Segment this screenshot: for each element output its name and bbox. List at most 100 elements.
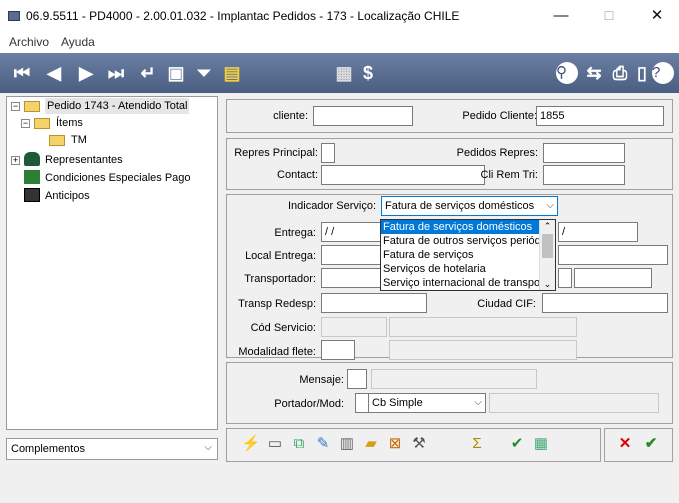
- ciudad-cif-label: Ciudad CIF:: [477, 298, 536, 310]
- return-icon[interactable]: ↵: [136, 61, 160, 85]
- collapse-icon[interactable]: −: [11, 102, 20, 111]
- mensaje-label: Mensaje:: [299, 374, 344, 386]
- currency-icon[interactable]: $: [356, 61, 380, 85]
- tree-item-pedido[interactable]: Pedido 1743 - Atendido Total: [45, 98, 190, 114]
- print-icon[interactable]: ⎙: [608, 61, 632, 85]
- pedidos-repres-input[interactable]: [543, 143, 625, 163]
- complementos-select[interactable]: Complementos ⌵: [6, 438, 218, 460]
- confirm-icon[interactable]: ✔: [506, 433, 528, 455]
- cliente-input[interactable]: [313, 106, 413, 126]
- modalidad-flete-input[interactable]: [321, 340, 355, 360]
- repres-principal-input[interactable]: [321, 143, 335, 163]
- tree-item-tm[interactable]: TM: [71, 132, 87, 148]
- previous-record-icon[interactable]: ◀: [42, 61, 66, 85]
- contact-input[interactable]: [321, 165, 485, 185]
- main-toolbar: ⏮ ◀ ▶ ⏭ ↵ ▣ ⏷ ▤ ▦ $ ⚲ ⇆ ⎙ ▯ ?: [0, 53, 679, 93]
- message-panel: Mensaje: Portador/Mod: Cb Simple ⌵: [226, 362, 673, 424]
- modalidad-flete-label: Modalidad flete:: [238, 346, 316, 358]
- link-icon[interactable]: ⇆: [582, 61, 606, 85]
- new-document-icon[interactable]: ▭: [264, 433, 286, 455]
- delete-icon[interactable]: ▥: [336, 433, 358, 455]
- transportador-code-input[interactable]: [558, 268, 572, 288]
- sum-icon[interactable]: Σ: [466, 433, 488, 455]
- chevron-down-icon: ⌵: [204, 442, 212, 453]
- first-record-icon[interactable]: ⏮: [10, 61, 34, 85]
- copy-icon[interactable]: ⧉: [288, 433, 310, 455]
- local-entrega-input[interactable]: [321, 245, 381, 265]
- modalidad-flete-desc-input: [389, 340, 577, 360]
- entrega-label: Entrega:: [274, 227, 316, 239]
- representatives-icon: [24, 152, 40, 166]
- collapse-icon[interactable]: −: [21, 119, 30, 128]
- window-title: 06.9.5511 - PD4000 - 2.00.01.032 - Impla…: [26, 9, 460, 23]
- app-icon: [8, 11, 20, 21]
- pedido-cliente-label: Pedido Cliente:: [462, 110, 537, 122]
- folder-icon: [49, 135, 65, 146]
- dropdown-option[interactable]: Fatura de serviços domésticos: [381, 220, 539, 234]
- mod-value: Cb Simple: [372, 397, 423, 409]
- folder-icon: [34, 118, 50, 129]
- cancel-icon[interactable]: ✕: [614, 433, 636, 455]
- minimize-button[interactable]: —: [546, 4, 576, 28]
- tree-item-anticipos[interactable]: Anticipos: [45, 188, 90, 204]
- pedido-cliente-input[interactable]: 1855: [536, 106, 664, 126]
- cod-servicio-input: [321, 317, 387, 337]
- scroll-up-icon[interactable]: ⌃: [540, 220, 555, 232]
- transportador-input[interactable]: [321, 268, 381, 288]
- local-entrega-desc-input[interactable]: [558, 245, 668, 265]
- scroll-thumb[interactable]: [542, 234, 553, 258]
- grid-icon[interactable]: ▦: [530, 433, 552, 455]
- entrega-date-2-input[interactable]: /: [558, 222, 638, 242]
- filter-icon[interactable]: ⏷: [192, 61, 216, 85]
- next-record-icon[interactable]: ▶: [74, 61, 98, 85]
- indicador-servico-label: Indicador Serviço:: [287, 200, 376, 212]
- folder-icon: [24, 101, 40, 112]
- cod-servicio-desc-input: [389, 317, 577, 337]
- cancel-folder-icon[interactable]: ⊠: [384, 433, 406, 455]
- indicador-servico-select[interactable]: Fatura de serviços domésticos ⌵: [381, 196, 558, 216]
- search-icon[interactable]: ⚲: [556, 62, 578, 84]
- tree-item-representantes[interactable]: Representantes: [45, 152, 123, 168]
- ok-icon[interactable]: ✔: [640, 433, 662, 455]
- portador-label: Portador/Mod:: [274, 398, 344, 410]
- tree-item-items[interactable]: Ítems: [56, 115, 83, 131]
- menu-archivo[interactable]: Archivo: [9, 35, 49, 49]
- transportador-desc-input[interactable]: [574, 268, 652, 288]
- close-button[interactable]: ✕: [642, 4, 672, 28]
- dropdown-option[interactable]: Fatura de outros serviços periódicos: [381, 234, 539, 248]
- dropdown-scrollbar[interactable]: ⌃ ⌄: [539, 220, 555, 290]
- menu-ayuda[interactable]: Ayuda: [61, 35, 95, 49]
- open-folder-icon[interactable]: ▰: [360, 433, 382, 455]
- worker-icon[interactable]: ⚒: [408, 433, 430, 455]
- dropdown-option[interactable]: Serviço internacional de transporte: [381, 276, 539, 290]
- cli-rem-tri-label: Cli Rem Tri:: [480, 169, 538, 181]
- last-record-icon[interactable]: ⏭: [104, 61, 128, 85]
- ciudad-cif-input[interactable]: [542, 293, 668, 313]
- scroll-down-icon[interactable]: ⌄: [540, 278, 555, 290]
- help-icon[interactable]: ?: [652, 62, 674, 84]
- mod-desc-input: [489, 393, 659, 413]
- mensaje-input[interactable]: [347, 369, 367, 389]
- exit-icon[interactable]: ▯: [630, 61, 654, 85]
- export-icon[interactable]: ▤: [220, 61, 244, 85]
- expand-icon[interactable]: +: [11, 156, 20, 165]
- mod-select[interactable]: Cb Simple ⌵: [368, 393, 486, 413]
- representatives-panel: Repres Principal: Pedidos Repres: Contac…: [226, 138, 673, 190]
- tree-panel: − Pedido 1743 - Atendido Total − Ítems T…: [6, 96, 218, 430]
- cod-servicio-label: Cód Servicio:: [250, 322, 316, 334]
- tree-item-condiciones[interactable]: Condiciones Especiales Pago: [45, 170, 191, 186]
- dropdown-option[interactable]: Fatura de serviços: [381, 248, 539, 262]
- maximize-button[interactable]: ☐: [594, 4, 624, 28]
- cli-rem-tri-input[interactable]: [543, 165, 625, 185]
- payment-conditions-icon: [24, 170, 40, 184]
- preview-icon[interactable]: ▣: [164, 61, 188, 85]
- pedidos-repres-label: Pedidos Repres:: [456, 147, 538, 159]
- cliente-label: cliente:: [273, 110, 308, 122]
- calculator-icon[interactable]: ▦: [332, 61, 356, 85]
- lightning-icon[interactable]: ⚡: [240, 433, 262, 455]
- entrega-date-input[interactable]: / /: [321, 222, 381, 242]
- advance-payment-icon: [24, 188, 40, 202]
- dropdown-option[interactable]: Serviços de hotelaria: [381, 262, 539, 276]
- edit-icon[interactable]: ✎: [312, 433, 334, 455]
- transp-redesp-input[interactable]: [321, 293, 427, 313]
